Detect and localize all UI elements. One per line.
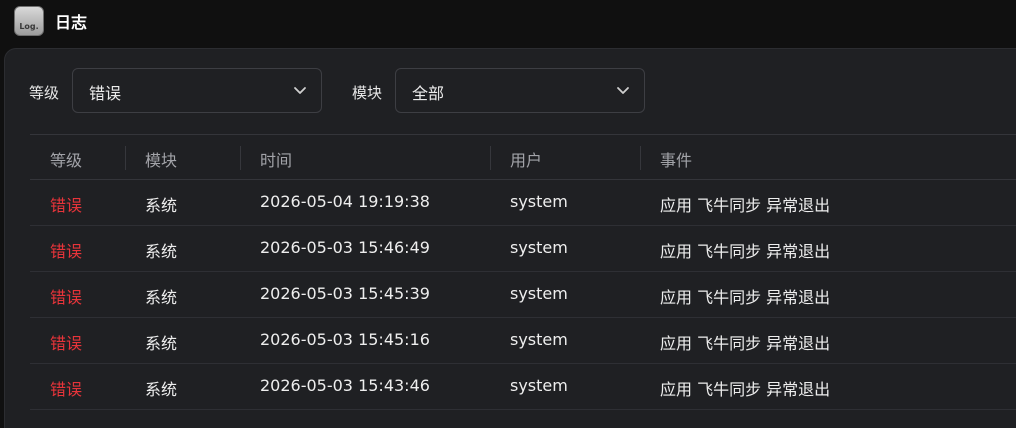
app-title: 日志: [55, 13, 88, 32]
column-header-module[interactable]: 模块: [145, 147, 177, 171]
row-level: 错误: [50, 242, 83, 261]
level-filter-select[interactable]: 错误: [72, 68, 322, 113]
table-row[interactable]: 错误 系统 2026-05-03 15:46:49 system 应用 飞牛同步…: [30, 226, 1016, 272]
row-level: 错误: [50, 334, 83, 353]
row-user: system: [510, 284, 568, 303]
log-panel: 等级 错误 模块 全部 等级 模块 时间 用户 事件 错误 系统 2026-05…: [4, 48, 1016, 428]
title-bar: Log. 日志: [0, 0, 1016, 44]
chevron-down-icon: [294, 87, 306, 94]
row-level: 错误: [50, 196, 83, 215]
row-time: 2026-05-03 15:45:39: [260, 284, 430, 303]
row-event: 应用 飞牛同步 异常退出: [660, 288, 831, 307]
module-filter-value: 全部: [412, 84, 445, 103]
row-event: 应用 飞牛同步 异常退出: [660, 242, 831, 261]
row-user: system: [510, 330, 568, 349]
column-header-level[interactable]: 等级: [50, 147, 82, 171]
level-filter-value: 错误: [89, 84, 122, 103]
row-time: 2026-05-03 15:43:46: [260, 376, 430, 395]
app-icon-text: Log.: [19, 22, 39, 31]
row-time: 2026-05-03 15:45:16: [260, 330, 430, 349]
log-table: 等级 模块 时间 用户 事件 错误 系统 2026-05-04 19:19:38…: [30, 134, 1016, 410]
table-header: 等级 模块 时间 用户 事件: [30, 134, 1016, 180]
column-header-event[interactable]: 事件: [660, 147, 692, 171]
row-level: 错误: [50, 380, 83, 399]
row-module: 系统: [145, 242, 178, 261]
module-filter-select[interactable]: 全部: [395, 68, 645, 113]
module-filter-label: 模块: [352, 84, 383, 102]
row-module: 系统: [145, 334, 178, 353]
row-module: 系统: [145, 380, 178, 399]
level-filter-label: 等级: [29, 84, 60, 102]
column-divider: [490, 146, 491, 170]
chevron-down-icon: [617, 87, 629, 94]
row-module: 系统: [145, 288, 178, 307]
row-event: 应用 飞牛同步 异常退出: [660, 380, 831, 399]
column-header-user[interactable]: 用户: [510, 147, 542, 171]
table-row[interactable]: 错误 系统 2026-05-03 15:43:46 system 应用 飞牛同步…: [30, 364, 1016, 410]
row-user: system: [510, 238, 568, 257]
table-row[interactable]: 错误 系统 2026-05-03 15:45:39 system 应用 飞牛同步…: [30, 272, 1016, 318]
table-row[interactable]: 错误 系统 2026-05-04 19:19:38 system 应用 飞牛同步…: [30, 180, 1016, 226]
column-divider: [125, 146, 126, 170]
row-time: 2026-05-03 15:46:49: [260, 238, 430, 257]
row-event: 应用 飞牛同步 异常退出: [660, 334, 831, 353]
log-app-icon: Log.: [14, 6, 44, 36]
row-user: system: [510, 192, 568, 211]
row-level: 错误: [50, 288, 83, 307]
row-user: system: [510, 376, 568, 395]
column-divider: [640, 146, 641, 170]
row-time: 2026-05-04 19:19:38: [260, 192, 430, 211]
row-module: 系统: [145, 196, 178, 215]
row-event: 应用 飞牛同步 异常退出: [660, 196, 831, 215]
table-row[interactable]: 错误 系统 2026-05-03 15:45:16 system 应用 飞牛同步…: [30, 318, 1016, 364]
column-header-time[interactable]: 时间: [260, 147, 292, 171]
column-divider: [240, 146, 241, 170]
